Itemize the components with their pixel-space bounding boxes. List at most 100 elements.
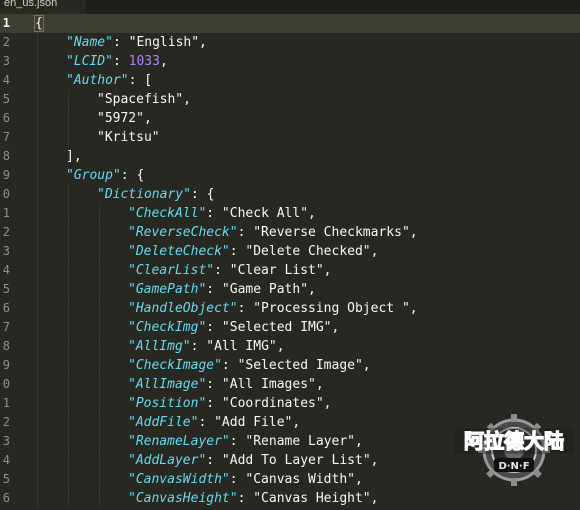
json-text: : {	[190, 187, 215, 202]
indent-guide	[37, 71, 38, 90]
line-number: 0	[2, 187, 10, 201]
code-line[interactable]: 2 "ReverseCheck": "Reverse Checkmarks",	[0, 223, 580, 242]
code-line[interactable]: 3 "DeleteCheck": "Delete Checked",	[0, 242, 580, 261]
json-text: : "Add File",	[198, 415, 301, 430]
line-number: 3	[2, 244, 10, 258]
line-number: 4	[2, 73, 10, 87]
tab-bar: en_us.json	[0, 0, 580, 14]
code-line[interactable]: 2 "Name": "English",	[0, 33, 580, 52]
code-line[interactable]: 8],	[0, 147, 580, 166]
json-text: ,	[159, 54, 168, 69]
indent-guide	[68, 470, 69, 489]
code-line[interactable]: 4 "Author": [	[0, 71, 580, 90]
indent-guide	[68, 242, 69, 261]
indent-guide	[37, 413, 38, 432]
code-line[interactable]: 6 "5972",	[0, 109, 580, 128]
line-number: 9	[2, 168, 10, 182]
json-text: ],	[66, 149, 82, 164]
line-number: 6	[2, 301, 10, 315]
indent-guide	[37, 489, 38, 508]
indent-guide	[37, 109, 38, 128]
code-line[interactable]: 0 "AllImage": "All Images",	[0, 375, 580, 394]
indent-guide	[37, 147, 38, 166]
json-key: "AddLayer"	[128, 453, 207, 468]
indent-guide	[68, 280, 69, 299]
code-line[interactable]: 9 "CheckImage": "Selected Image",	[0, 356, 580, 375]
indent-guide	[99, 299, 100, 318]
indent-guide	[37, 204, 38, 223]
indent-guide	[68, 394, 69, 413]
code-text: "Author": [	[66, 71, 152, 90]
json-key: "AllImg"	[128, 339, 191, 354]
svg-text:阿拉德大陆: 阿拉德大陆	[464, 429, 564, 453]
code-text: "Kritsu"	[97, 128, 160, 147]
indent-guide	[68, 375, 69, 394]
code-line[interactable]: 6 "HandleObject": "Processing Object ",	[0, 299, 580, 318]
code-line[interactable]: 5 "Spacefish",	[0, 90, 580, 109]
indent-guide	[68, 204, 69, 223]
indent-guide	[68, 109, 69, 128]
json-key: "LCID"	[66, 54, 113, 69]
json-text: : "Add To Layer List",	[206, 453, 379, 468]
tab-file[interactable]: en_us.json	[0, 0, 86, 14]
indent-guide	[68, 318, 69, 337]
indent-guide	[37, 337, 38, 356]
code-line[interactable]: 1{	[0, 14, 580, 33]
code-line[interactable]: 7 "CheckImg": "Selected IMG",	[0, 318, 580, 337]
code-text: "Position": "Coordinates",	[128, 394, 332, 413]
code-text: "LCID": 1033,	[66, 52, 168, 71]
json-text: "5972",	[97, 111, 152, 126]
indent-guide	[68, 356, 69, 375]
indent-guide	[37, 318, 38, 337]
json-number: 1033	[128, 54, 160, 69]
code-text: "HandleObject": "Processing Object ",	[128, 299, 418, 318]
indent-guide	[99, 280, 100, 299]
indent-guide	[99, 394, 100, 413]
code-line[interactable]: 3 "LCID": 1033,	[0, 52, 580, 71]
indent-guide	[68, 128, 69, 147]
json-text: :	[112, 54, 129, 69]
line-number: 9	[2, 358, 10, 372]
code-text: "Name": "English",	[66, 33, 207, 52]
indent-guide	[99, 223, 100, 242]
indent-guide	[37, 280, 38, 299]
indent-guide	[68, 185, 69, 204]
indent-guide	[99, 337, 100, 356]
code-text: "ClearList": "Clear List",	[128, 261, 332, 280]
json-text: : "Coordinates",	[206, 396, 332, 411]
indent-guide	[37, 261, 38, 280]
json-text: : "Rename Layer",	[229, 434, 363, 449]
line-number: 7	[2, 130, 10, 144]
code-line[interactable]: 5 "GamePath": "Game Path",	[0, 280, 580, 299]
indent-guide	[37, 356, 38, 375]
code-line[interactable]: 9 "Group": {	[0, 166, 580, 185]
code-text: "CanvasHeight": "Canvas Height",	[128, 489, 378, 508]
code-text: "AddFile": "Add File",	[128, 413, 300, 432]
code-text: "Group": {	[66, 166, 144, 185]
code-line[interactable]: 7 "Kritsu"	[0, 128, 580, 147]
line-number: 8	[2, 339, 10, 353]
code-line[interactable]: 8 "AllImg": "All IMG",	[0, 337, 580, 356]
code-line[interactable]: 0 "Dictionary": {	[0, 185, 580, 204]
json-key: "AddFile"	[128, 415, 199, 430]
line-number: 4	[2, 263, 10, 277]
json-key: "CanvasWidth"	[128, 472, 230, 487]
indent-guide	[99, 413, 100, 432]
code-line[interactable]: 4 "ClearList": "Clear List",	[0, 261, 580, 280]
indent-guide	[37, 185, 38, 204]
json-text: : {	[120, 168, 145, 183]
json-key: "GamePath"	[128, 282, 207, 297]
line-number: 6	[2, 491, 10, 505]
code-line[interactable]: 1 "CheckAll": "Check All",	[0, 204, 580, 223]
line-number: 2	[2, 35, 10, 49]
line-number: 2	[2, 415, 10, 429]
indent-guide	[68, 337, 69, 356]
json-text: : "Canvas Width",	[229, 472, 363, 487]
indent-guide	[37, 242, 38, 261]
code-text: "5972",	[97, 109, 152, 128]
indent-guide	[37, 375, 38, 394]
json-text: : "Selected Image",	[221, 358, 371, 373]
indent-guide	[99, 375, 100, 394]
code-text: "CheckImage": "Selected Image",	[128, 356, 371, 375]
code-text: "AddLayer": "Add To Layer List",	[128, 451, 378, 470]
